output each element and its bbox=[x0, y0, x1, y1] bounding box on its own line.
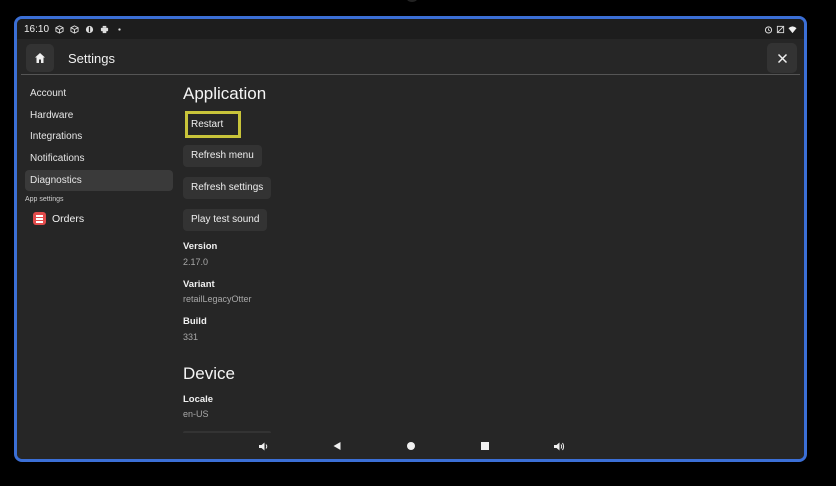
recents-button[interactable] bbox=[479, 440, 491, 452]
alarm-icon bbox=[764, 25, 773, 34]
header-divider bbox=[21, 74, 800, 75]
build-value: 331 bbox=[183, 332, 199, 342]
volume-down-button[interactable] bbox=[257, 440, 269, 452]
back-icon bbox=[333, 442, 341, 450]
variant-label: Variant bbox=[183, 279, 215, 290]
device-screen: 16:10 Settings Account Hardware Integrat… bbox=[14, 16, 807, 462]
cube-icon bbox=[70, 24, 79, 34]
printer-icon bbox=[100, 25, 109, 33]
refresh-settings-button[interactable]: Refresh settings bbox=[183, 177, 272, 199]
locale-value: en-US bbox=[183, 409, 209, 419]
restart-highlight: Restart bbox=[185, 111, 241, 138]
no-sim-icon bbox=[776, 25, 785, 33]
close-button[interactable] bbox=[767, 43, 797, 73]
build-label: Build bbox=[183, 316, 207, 327]
locale-label: Locale bbox=[183, 394, 214, 405]
sidebar-item-label: Orders bbox=[52, 212, 85, 225]
recents-icon bbox=[481, 442, 489, 450]
settings-sidebar: Account Hardware Integrations Notificati… bbox=[25, 83, 175, 226]
play-test-sound-button[interactable]: Play test sound bbox=[183, 209, 268, 231]
sidebar-item-hardware[interactable]: Hardware bbox=[25, 105, 173, 127]
volume-up-icon bbox=[554, 442, 565, 450]
sidebar-item-notifications[interactable]: Notifications bbox=[25, 148, 173, 170]
shield-icon bbox=[85, 25, 94, 33]
close-icon bbox=[777, 53, 787, 63]
wifi-icon bbox=[788, 25, 797, 33]
app-bar: Settings bbox=[21, 41, 800, 75]
home-nav-button[interactable] bbox=[405, 440, 417, 452]
cube-icon bbox=[55, 24, 64, 34]
refresh-menu-button[interactable]: Refresh menu bbox=[183, 145, 262, 167]
sidebar-item-orders[interactable]: Orders bbox=[25, 212, 175, 226]
version-value: 2.17.0 bbox=[183, 257, 209, 267]
volume-down-icon bbox=[258, 442, 267, 450]
home-circle-icon bbox=[407, 442, 415, 450]
navigation-bar bbox=[17, 433, 804, 459]
volume-up-button[interactable] bbox=[553, 440, 565, 452]
restart-button[interactable]: Restart bbox=[188, 114, 226, 135]
dot-icon bbox=[118, 27, 121, 31]
variant-value: retailLegacyOtter bbox=[183, 294, 252, 304]
status-bar: 16:10 bbox=[17, 19, 804, 39]
camera-notch bbox=[407, 0, 417, 2]
sidebar-item-integrations[interactable]: Integrations bbox=[25, 126, 173, 148]
app-settings-section-label: App settings bbox=[25, 196, 64, 204]
sidebar-item-diagnostics[interactable]: Diagnostics bbox=[25, 169, 173, 192]
status-time: 16:10 bbox=[24, 23, 50, 35]
home-button[interactable] bbox=[26, 44, 54, 72]
orders-icon bbox=[33, 212, 46, 226]
page-title: Settings bbox=[68, 50, 115, 66]
home-icon bbox=[35, 53, 45, 63]
sidebar-item-account[interactable]: Account bbox=[25, 83, 173, 105]
device-heading: Device bbox=[183, 364, 235, 383]
version-label: Version bbox=[183, 241, 218, 252]
back-button[interactable] bbox=[331, 440, 343, 452]
application-heading: Application bbox=[183, 84, 267, 103]
